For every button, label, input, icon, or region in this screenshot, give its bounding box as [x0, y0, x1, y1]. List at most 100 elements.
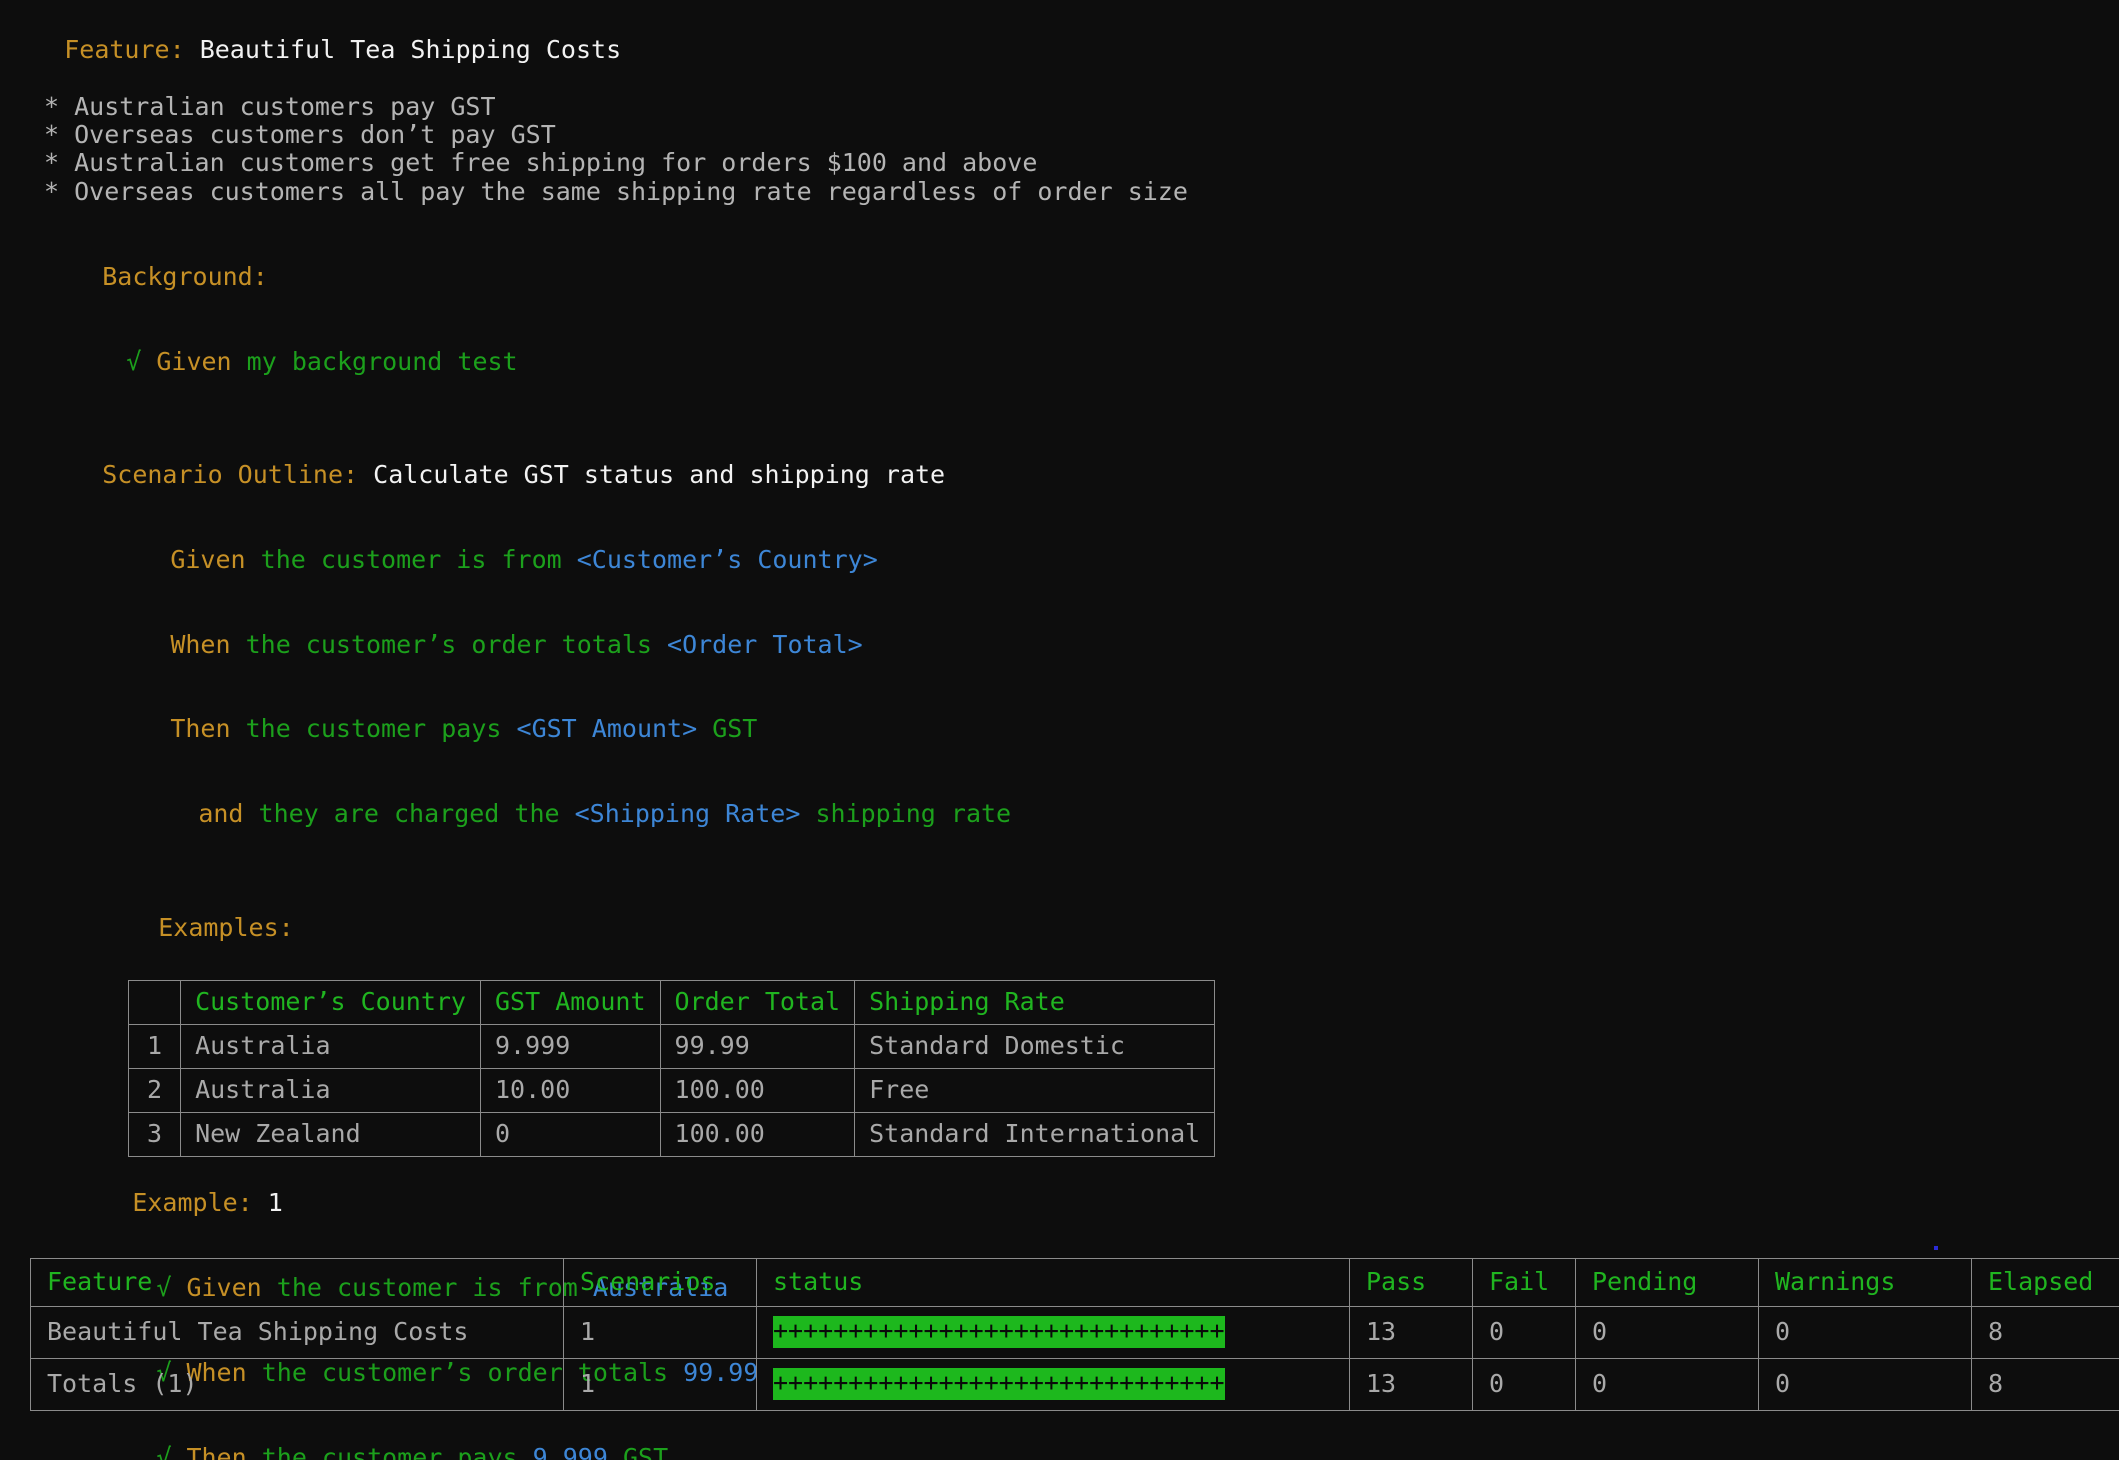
- cursor-dot: [1934, 1246, 1938, 1250]
- cell-warnings: 0: [1759, 1358, 1972, 1410]
- cell-pass: 13: [1350, 1307, 1473, 1359]
- step-text-post: GST: [697, 714, 757, 743]
- step-text-post: shipping rate: [800, 799, 1011, 828]
- summary-table: Feature Scenarios status Pass Fail Pendi…: [30, 1258, 2119, 1411]
- step-keyword: Given: [156, 347, 231, 376]
- example-header: Example: 1: [0, 1161, 2119, 1246]
- cell-country: Australia: [181, 1025, 481, 1069]
- cell-status: ++++++++++++++++++++++++++++++: [757, 1307, 1350, 1359]
- cell-shipping-rate: Free: [855, 1069, 1215, 1113]
- example-index: 1: [268, 1188, 283, 1217]
- cell-feature: Totals (1): [31, 1358, 564, 1410]
- background-keyword: Background:: [102, 262, 268, 291]
- scenario-outline-keyword: Scenario Outline:: [102, 460, 358, 489]
- outline-step: and they are charged the <Shipping Rate>…: [0, 772, 2119, 857]
- cell-scenarios: 1: [564, 1358, 757, 1410]
- cell-pass: 13: [1350, 1358, 1473, 1410]
- cell-fail: 0: [1473, 1358, 1576, 1410]
- check-icon: √: [126, 347, 141, 376]
- summary-table-head: Feature Scenarios status Pass Fail Pendi…: [31, 1259, 2119, 1307]
- scenario-outline-header: Scenario Outline: Calculate GST status a…: [0, 432, 2119, 517]
- check-icon: √: [156, 1443, 171, 1460]
- col-header-warnings: Warnings: [1759, 1259, 1972, 1307]
- outline-step: Then the customer pays <GST Amount> GST: [0, 687, 2119, 772]
- cell-index: 2: [129, 1069, 181, 1113]
- feature-header: Feature: Beautiful Tea Shipping Costs: [0, 0, 2119, 93]
- cell-country: New Zealand: [181, 1113, 481, 1157]
- narrative-line: * Overseas customers all pay the same sh…: [0, 178, 2119, 206]
- summary-table-wrap: Feature Scenarios status Pass Fail Pendi…: [30, 1258, 2119, 1411]
- step-placeholder: <Order Total>: [667, 630, 863, 659]
- cell-order-total: 99.99: [660, 1025, 855, 1069]
- outline-step: Given the customer is from <Customer’s C…: [0, 517, 2119, 602]
- cell-elapsed: 8: [1972, 1358, 2119, 1410]
- step-value: 9.999: [533, 1443, 608, 1460]
- step-text: my background test: [247, 347, 518, 376]
- col-header-index: [129, 981, 181, 1025]
- cell-pending: 0: [1576, 1307, 1759, 1359]
- cell-scenarios: 1: [564, 1307, 757, 1359]
- table-header-row: Customer’s Country GST Amount Order Tota…: [129, 981, 1215, 1025]
- step-text-pre: the customer’s order totals: [246, 630, 667, 659]
- background-step: √ Given my background test: [0, 319, 2119, 404]
- col-header-scenarios: Scenarios: [564, 1259, 757, 1307]
- table-row: Beautiful Tea Shipping Costs 1 +++++++++…: [31, 1307, 2119, 1359]
- cell-index: 3: [129, 1113, 181, 1157]
- cell-order-total: 100.00: [660, 1113, 855, 1157]
- example-step: √ Then the customer pays 9.999 GST: [0, 1416, 2119, 1460]
- narrative-line: * Australian customers pay GST: [0, 93, 2119, 121]
- background-header: Background:: [0, 234, 2119, 319]
- scenario-outline-title: Calculate GST status and shipping rate: [373, 460, 945, 489]
- col-header-pass: Pass: [1350, 1259, 1473, 1307]
- feature-title: Beautiful Tea Shipping Costs: [200, 35, 621, 64]
- col-header-country: Customer’s Country: [181, 981, 481, 1025]
- summary-table-body: Beautiful Tea Shipping Costs 1 +++++++++…: [31, 1307, 2119, 1411]
- status-bar: ++++++++++++++++++++++++++++++: [773, 1316, 1225, 1348]
- status-bar: ++++++++++++++++++++++++++++++: [773, 1368, 1225, 1400]
- col-header-status: status: [757, 1259, 1350, 1307]
- col-header-fail: Fail: [1473, 1259, 1576, 1307]
- cell-shipping-rate: Standard Domestic: [855, 1025, 1215, 1069]
- examples-table-head: Customer’s Country GST Amount Order Tota…: [129, 981, 1215, 1025]
- cell-gst-amount: 0: [481, 1113, 661, 1157]
- table-row: Totals (1) 1 +++++++++++++++++++++++++++…: [31, 1358, 2119, 1410]
- cell-warnings: 0: [1759, 1307, 1972, 1359]
- feature-keyword: Feature:: [64, 35, 184, 64]
- examples-table-body: 1 Australia 9.999 99.99 Standard Domesti…: [129, 1025, 1215, 1157]
- examples-table-wrap: Customer’s Country GST Amount Order Tota…: [0, 970, 2119, 1157]
- cell-index: 1: [129, 1025, 181, 1069]
- step-text-pre: the customer pays: [246, 714, 517, 743]
- outline-step: When the customer’s order totals <Order …: [0, 602, 2119, 687]
- step-text-pre: the customer is from: [261, 545, 577, 574]
- table-row: 3 New Zealand 0 100.00 Standard Internat…: [129, 1113, 1215, 1157]
- step-keyword: Then: [170, 714, 230, 743]
- col-header-feature: Feature: [31, 1259, 564, 1307]
- cell-status: ++++++++++++++++++++++++++++++: [757, 1358, 1350, 1410]
- step-placeholder: <Customer’s Country>: [577, 545, 878, 574]
- examples-label: Examples:: [0, 885, 2119, 970]
- cell-order-total: 100.00: [660, 1069, 855, 1113]
- col-header-gst-amount: GST Amount: [481, 981, 661, 1025]
- table-header-row: Feature Scenarios status Pass Fail Pendi…: [31, 1259, 2119, 1307]
- col-header-shipping-rate: Shipping Rate: [855, 981, 1215, 1025]
- examples-table: Customer’s Country GST Amount Order Tota…: [128, 980, 1215, 1157]
- step-text-post: GST: [608, 1443, 668, 1460]
- cell-shipping-rate: Standard International: [855, 1113, 1215, 1157]
- step-keyword: and: [198, 799, 243, 828]
- step-keyword: When: [170, 630, 230, 659]
- spacer: [0, 404, 2119, 432]
- cell-feature: Beautiful Tea Shipping Costs: [31, 1307, 564, 1359]
- step-text-pre: they are charged the: [259, 799, 575, 828]
- step-keyword: Then: [186, 1443, 246, 1460]
- spacer: [0, 857, 2119, 885]
- narrative-line: * Overseas customers don’t pay GST: [0, 121, 2119, 149]
- table-row: 1 Australia 9.999 99.99 Standard Domesti…: [129, 1025, 1215, 1069]
- step-placeholder: <Shipping Rate>: [575, 799, 801, 828]
- scenario-outline-steps: Given the customer is from <Customer’s C…: [0, 517, 2119, 857]
- terminal-output: Feature: Beautiful Tea Shipping Costs * …: [0, 0, 2119, 1460]
- step-placeholder: <GST Amount>: [517, 714, 698, 743]
- step-text-pre: the customer pays: [262, 1443, 533, 1460]
- cell-gst-amount: 9.999: [481, 1025, 661, 1069]
- example-keyword: Example:: [132, 1188, 252, 1217]
- step-keyword: Given: [170, 545, 245, 574]
